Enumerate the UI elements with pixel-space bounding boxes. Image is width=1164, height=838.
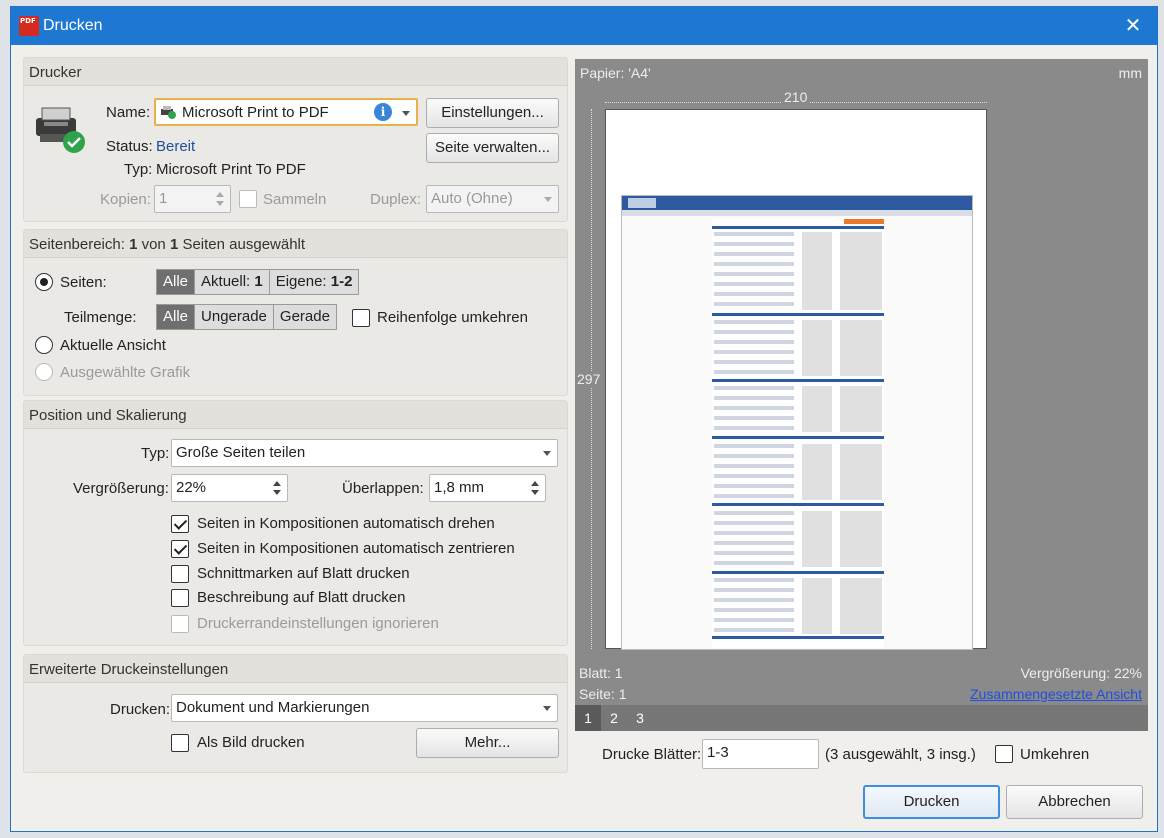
crop-marks-checkbox[interactable] [171, 565, 189, 583]
subset-segmented: Alle Ungerade Gerade [156, 304, 337, 330]
sheet-label: Blatt: 1 [579, 665, 623, 681]
composite-view-link[interactable]: Zusammengesetzte Ansicht [970, 686, 1142, 702]
current-view-radio[interactable] [35, 336, 53, 354]
zoom-label: Vergrößerung: [73, 480, 169, 497]
page-label: Seite: 1 [579, 686, 627, 702]
unit-label: mm [1118, 65, 1142, 81]
window-title: Drucken [43, 17, 103, 34]
page-tab-3[interactable]: 3 [627, 705, 653, 731]
preview-zoom-label: Vergrößerung: 22% [1020, 665, 1142, 681]
height-dimension: 297 [577, 371, 601, 387]
pages-all-option[interactable]: Alle [157, 270, 196, 294]
selected-graphic-radio[interactable] [35, 363, 53, 381]
more-button[interactable]: Mehr... [416, 728, 559, 758]
description-checkbox[interactable] [171, 589, 189, 607]
advanced-panel: Erweiterte Druckeinstellungen Drucken: D… [23, 654, 568, 773]
as-image-checkbox[interactable] [171, 734, 189, 752]
type-value: Microsoft Print To PDF [156, 161, 306, 178]
print-what-select[interactable]: Dokument und Markierungen [171, 694, 558, 722]
print-what-label: Drucken: [110, 701, 171, 718]
printer-small-icon [160, 105, 176, 119]
printer-section-title: Drucker [24, 58, 567, 86]
print-sheets-label: Drucke Blätter: [602, 746, 702, 763]
preview-page [605, 109, 987, 650]
auto-rotate-label: Seiten in Kompositionen automatisch dreh… [197, 515, 495, 532]
pages-custom-option[interactable]: Eigene: 1-2 [270, 270, 359, 294]
reverse-sheets-label: Umkehren [1020, 746, 1090, 763]
title-bar: PDF Drucken ✕ [11, 7, 1157, 45]
scaling-section-title: Position und Skalierung [24, 401, 567, 429]
scaling-type-label: Typ: [141, 445, 170, 462]
manage-page-button[interactable]: Seite verwalten... [426, 133, 559, 163]
pages-radio[interactable] [35, 273, 53, 291]
as-image-label: Als Bild drucken [197, 734, 305, 751]
subset-all-option[interactable]: Alle [157, 305, 196, 329]
scaling-panel: Position und Skalierung Typ: Große Seite… [23, 400, 568, 646]
printer-panel: Drucker Name: Microsoft Print to PDF i E… [23, 57, 568, 222]
pages-segmented: Alle Aktuell: 1 Eigene: 1-2 [156, 269, 360, 295]
chevron-down-icon [402, 111, 410, 116]
zoom-stepper[interactable]: 22% [171, 474, 288, 502]
chevron-down-icon [543, 706, 551, 711]
collate-checkbox[interactable] [239, 190, 257, 208]
copies-stepper[interactable]: 1 [154, 185, 231, 213]
overlap-label: Überlappen: [342, 480, 424, 497]
printer-settings-button[interactable]: Einstellungen... [426, 98, 559, 128]
print-preview: Papier: 'A4' mm 210 297 Blatt: 1 Seite: … [575, 59, 1148, 731]
collate-label: Sammeln [263, 191, 327, 208]
status-value: Bereit [156, 138, 196, 155]
close-icon[interactable]: ✕ [1115, 11, 1151, 41]
cancel-button[interactable]: Abbrechen [1006, 785, 1143, 819]
print-sheets-input[interactable]: 1-3 [702, 739, 819, 769]
page-range-panel: Seitenbereich: 1 von 1 Seiten ausgewählt… [23, 229, 568, 396]
print-dialog: PDF Drucken ✕ Drucker Name: Microsoft Pr… [10, 6, 1158, 832]
preview-header: Papier: 'A4' mm [575, 59, 1148, 87]
selected-graphic-label: Ausgewählte Grafik [60, 364, 191, 381]
ignore-margins-label: Druckerrandeinstellungen ignorieren [197, 615, 439, 632]
auto-rotate-checkbox[interactable] [171, 515, 189, 533]
duplex-select[interactable]: Auto (Ohne) [426, 185, 559, 213]
auto-center-label: Seiten in Kompositionen automatisch zent… [197, 540, 515, 557]
current-view-label: Aktuelle Ansicht [60, 337, 166, 354]
overlap-stepper[interactable]: 1,8 mm [429, 474, 546, 502]
page-tab-1[interactable]: 1 [575, 705, 601, 731]
info-icon[interactable]: i [374, 103, 392, 121]
pages-label: Seiten: [60, 274, 107, 291]
reverse-sheets-checkbox[interactable] [995, 745, 1013, 763]
description-label: Beschreibung auf Blatt drucken [197, 589, 406, 606]
printer-name-select[interactable]: Microsoft Print to PDF i [154, 98, 418, 126]
subset-even-option[interactable]: Gerade [274, 305, 336, 329]
advanced-section-title: Erweiterte Druckeinstellungen [24, 655, 567, 683]
printer-name-value: Microsoft Print to PDF [182, 104, 329, 121]
crop-marks-label: Schnittmarken auf Blatt drucken [197, 565, 410, 582]
reverse-order-checkbox[interactable] [352, 309, 370, 327]
chevron-down-icon [543, 451, 551, 456]
pdf-app-icon: PDF [19, 16, 39, 36]
page-tab-2[interactable]: 2 [601, 705, 627, 731]
preview-footer: Blatt: 1 Seite: 1 Vergrößerung: 22% Zusa… [575, 657, 1148, 703]
auto-center-checkbox[interactable] [171, 540, 189, 558]
printer-icon [32, 98, 90, 154]
ignore-margins-checkbox[interactable] [171, 615, 189, 633]
reverse-order-label: Reihenfolge umkehren [377, 309, 528, 326]
sheets-info: (3 ausgewählt, 3 insg.) [825, 746, 976, 763]
duplex-label: Duplex: [370, 191, 421, 208]
page-thumbnail [621, 195, 973, 650]
subset-label: Teilmenge: [64, 309, 137, 326]
paper-label: Papier: 'A4' [580, 65, 651, 81]
page-tabs: 1 2 3 [575, 705, 1148, 731]
print-button[interactable]: Drucken [863, 785, 1000, 819]
width-dimension: 210 [781, 89, 811, 105]
copies-label: Kopien: [100, 191, 151, 208]
page-range-title: Seitenbereich: 1 von 1 Seiten ausgewählt [24, 230, 567, 258]
type-label: Typ: [124, 161, 153, 178]
status-label: Status: [106, 138, 153, 155]
pages-current-option[interactable]: Aktuell: 1 [195, 270, 270, 294]
scaling-type-select[interactable]: Große Seiten teilen [171, 439, 558, 467]
printer-name-label: Name: [106, 104, 151, 121]
subset-odd-option[interactable]: Ungerade [195, 305, 274, 329]
